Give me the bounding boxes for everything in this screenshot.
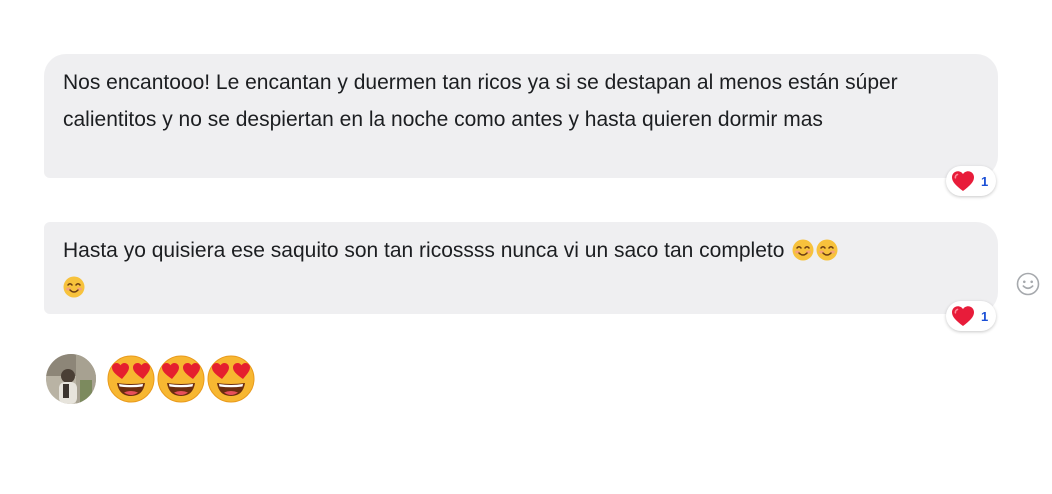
smiling-face-icon bbox=[792, 239, 814, 261]
message-text: Hasta yo quisiera ese saquito son tan ri… bbox=[63, 239, 785, 262]
message-bubble[interactable]: Nos encantooo! Le encantan y duermen tan… bbox=[44, 54, 998, 178]
heart-eyes-icon bbox=[207, 355, 255, 403]
reaction-badge[interactable]: 1 bbox=[946, 301, 997, 331]
heart-icon bbox=[952, 171, 974, 191]
avatar[interactable] bbox=[46, 354, 96, 404]
smiling-face-icon bbox=[816, 239, 838, 261]
reaction-count: 1 bbox=[981, 308, 989, 324]
message-text: Nos encantooo! Le encantan y duermen tan… bbox=[63, 71, 898, 131]
add-reaction-icon[interactable] bbox=[1015, 271, 1041, 297]
heart-eyes-icon bbox=[107, 355, 155, 403]
reaction-count: 1 bbox=[981, 173, 989, 189]
heart-icon bbox=[952, 306, 974, 326]
avatar-photo bbox=[46, 354, 96, 404]
reply-emojis bbox=[106, 354, 256, 404]
smiling-face-icon bbox=[63, 276, 85, 298]
message-bubble[interactable]: Hasta yo quisiera ese saquito son tan ri… bbox=[44, 222, 998, 314]
chat-thread: Nos encantooo! Le encantan y duermen tan… bbox=[0, 0, 1052, 494]
reaction-badge[interactable]: 1 bbox=[946, 166, 997, 196]
heart-eyes-icon bbox=[157, 355, 205, 403]
